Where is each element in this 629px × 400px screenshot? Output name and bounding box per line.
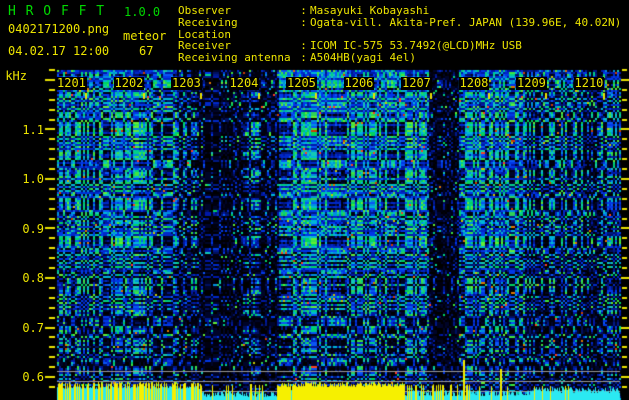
hrofft-output-screen: H R O F F T 1.0.0 0402171200.png meteor … — [0, 0, 629, 400]
info-row: Receiving Location: Ogata-vill. Akita-Pre… — [178, 15, 622, 41]
station-info-block: Observer: Masayuki Kobayashi Receiving Loc… — [178, 5, 621, 64]
time-label-1206: 1206 — [343, 76, 375, 90]
y-axis-unit-label: kHz — [5, 69, 27, 83]
time-label-1202: 1202 — [113, 76, 145, 90]
info-value: Ogata-vill. Akita-Pref. JAPAN (139.96E, … — [310, 15, 622, 29]
info-label: Receiving Location — [178, 15, 238, 41]
freq-label-0.8: 0.8 — [22, 271, 44, 285]
freq-label-0.7: 0.7 — [22, 320, 44, 335]
output-filename: 0402171200.png — [8, 22, 110, 36]
mode-label: meteor — [123, 29, 167, 43]
info-separator: : — [300, 51, 307, 65]
info-separator: : — [300, 15, 307, 29]
time-label-1208: 1208 — [458, 76, 490, 90]
time-label-1205: 1205 — [286, 76, 317, 90]
freq-label-0.6: 0.6 — [22, 370, 44, 384]
info-label: Receiving antenna — [178, 51, 291, 65]
time-label-1201: 1201 — [56, 76, 87, 90]
datetime-label: 04.02.17 12:00 — [8, 44, 110, 58]
time-label-1210: 1210 — [573, 76, 605, 90]
time-label-1203: 1203 — [171, 76, 202, 90]
time-label-1207: 1207 — [401, 76, 432, 90]
time-label-1204: 1204 — [228, 76, 260, 90]
echo-count: 67 — [139, 44, 154, 58]
info-row: Receiving antenna: A504HB(yagi 4el) — [178, 52, 621, 64]
app-version: 1.0.0 — [124, 5, 161, 19]
freq-label-1.0: 1.0 — [22, 172, 44, 186]
info-value: A504HB(yagi 4el) — [310, 51, 416, 65]
freq-label-0.9: 0.9 — [22, 221, 44, 236]
freq-label-1.1: 1.1 — [22, 122, 44, 137]
time-label-1209: 1209 — [516, 76, 547, 90]
app-title: H R O F F T — [8, 4, 106, 19]
